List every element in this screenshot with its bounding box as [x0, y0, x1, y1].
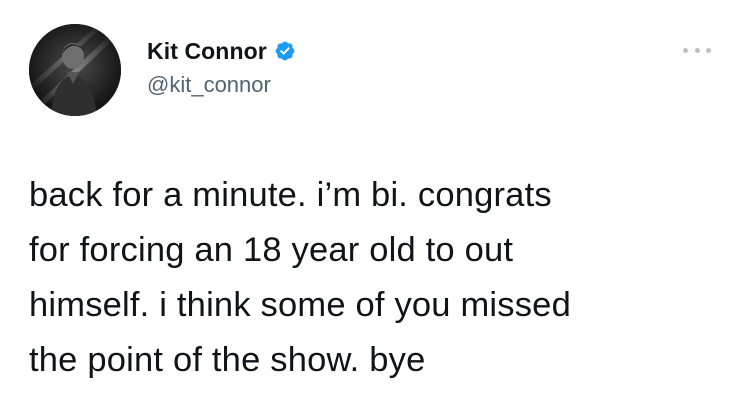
- handle[interactable]: @kit_connor: [147, 72, 296, 98]
- tweet-text: back for a minute. i’m bi. congrats for …: [29, 176, 571, 379]
- avatar-photo: [29, 24, 121, 116]
- more-options-icon[interactable]: [683, 44, 711, 56]
- display-name[interactable]: Kit Connor: [147, 38, 267, 65]
- name-row: Kit Connor: [147, 36, 296, 66]
- tweet-card: Kit Connor @kit_connor back for a minute…: [0, 0, 742, 412]
- author-info: Kit Connor @kit_connor: [147, 36, 296, 98]
- avatar[interactable]: [29, 24, 121, 116]
- more-dot: [694, 47, 700, 53]
- more-dot: [683, 47, 688, 53]
- verified-badge-icon: [274, 40, 296, 62]
- more-dot: [706, 47, 711, 53]
